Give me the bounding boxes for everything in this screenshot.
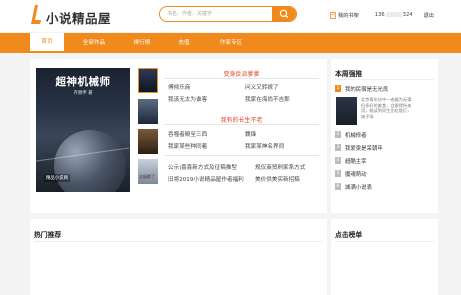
search-button[interactable] [272,7,296,21]
shelf-link[interactable]: 我的书架 [338,12,359,19]
section-2-link-4[interactable]: 我家某神名界同 [245,142,284,150]
notice-link-3[interactable]: 旧将2019小说精品屋作者福利 [168,175,244,183]
nav-all-works[interactable]: 全部作品 [74,33,114,53]
rank-badge-1: 1 [335,85,341,92]
cover-author: 齐佩甲 著 [73,91,93,96]
section-divider-2 [164,124,319,125]
user-phone[interactable]: 136 324 [375,12,413,18]
rank-item-3[interactable]: 我爱梁是呆朝年 [345,144,383,152]
hot-recommend-title: 热门推荐 [34,231,62,239]
section-divider-3 [164,155,319,156]
rank-item-2[interactable]: 机械修者 [345,131,367,139]
rank-item-6[interactable]: 城满小说表 [345,183,372,191]
rank-item-4[interactable]: 超酷主宰 [345,157,367,165]
search-icon [279,9,289,19]
click-ranking-panel: 点击榜单 [331,219,438,295]
rank-badge-5: 5 [335,170,341,177]
phone-mask [385,12,402,17]
section-title-2[interactable]: 我有的长生不老 [164,115,319,124]
search-box [159,6,297,22]
user-area: 我的书架 136 324 退出 [330,10,434,20]
rank-badge-4: 4 [335,157,341,164]
rank-badge-2: 2 [335,131,341,138]
logo-text[interactable]: 小说精品屋 [46,8,111,27]
rank-item-5[interactable]: 魔魂萌动 [345,170,367,178]
rank-item-1[interactable]: 我的民宿是无光良 [345,85,388,93]
thumb-cover-1[interactable] [138,68,158,93]
nav-author-zone[interactable]: 作家专区 [210,33,252,53]
weekly-recommend-title: 本周强推 [335,70,363,78]
notice-link-4[interactable]: 美价供美实新招稿 [255,175,300,183]
section-2-link-1[interactable]: 吞噬者殿至三西 [168,130,207,138]
notice-link-2[interactable]: 规仅商贸刷家系方式 [255,163,305,171]
rank-description: 北京青年坊中一老婚为无谓但多好的美食，会跟得所来用，跳读到同生比吃饭灯，她子场 [361,97,412,119]
section-1-link-3[interactable]: 我该无太为谁客 [168,95,207,103]
rank-badge-6: 6 [335,183,341,190]
logo-icon[interactable] [30,4,42,26]
section-1-link-4[interactable]: 我家在海尚不吉那 [245,95,290,103]
hot-recommend-panel: 热门推荐 [30,219,327,295]
cover-title: 超神机械师 [55,76,111,88]
logout-link[interactable]: 退出 [424,12,434,19]
cover-publisher: 精品小说网 [44,174,70,182]
nav-home[interactable]: 首页 [30,33,64,53]
nav-recharge[interactable]: 充值 [170,33,198,53]
thumb-cover-4[interactable]: 太极群了 [138,159,158,184]
nav-rankings[interactable]: 排行榜 [125,33,159,53]
bookshelf-icon [330,11,336,19]
main-nav: 首页 全部作品 排行榜 充值 作家专区 [0,33,461,53]
featured-panel: 超神机械师 齐佩甲 著 精品小说网 太极群了 变身反派爹爹 傅倾乐商 问义又转嫁… [30,59,327,213]
click-ranking-title: 点击榜单 [335,231,363,239]
thumb-cover-3[interactable] [138,129,158,154]
click-ranking-divider [335,241,434,242]
section-title-1[interactable]: 变身反派爹爹 [164,69,319,78]
weekly-recommend-panel: 本周强推 1 我的民宿是无光良 北京青年坊中一老婚为无谓但多好的美食，会跟得所来… [331,59,438,213]
thumb-cover-2[interactable] [138,99,158,124]
weekly-recommend-divider [335,79,434,80]
notice-link-1[interactable]: 公示|喜喜新方式及征稿推型 [168,163,237,171]
rank-badge-3: 3 [335,144,341,151]
rank-cover[interactable] [336,97,357,125]
section-1-link-2[interactable]: 问义又转嫁了 [245,83,279,91]
site-header: 小说精品屋 我的书架 136324 退出 [0,0,461,32]
featured-cover[interactable]: 超神机械师 齐佩甲 著 精品小说网 [36,68,130,192]
hot-recommend-divider [34,241,323,242]
section-2-link-3[interactable]: 我家某些种同着 [168,142,207,150]
search-input[interactable] [167,9,267,19]
section-divider-1 [164,78,319,79]
section-2-link-2[interactable]: 魏锋 [245,130,256,138]
section-1-link-1[interactable]: 傅倾乐商 [168,83,190,91]
